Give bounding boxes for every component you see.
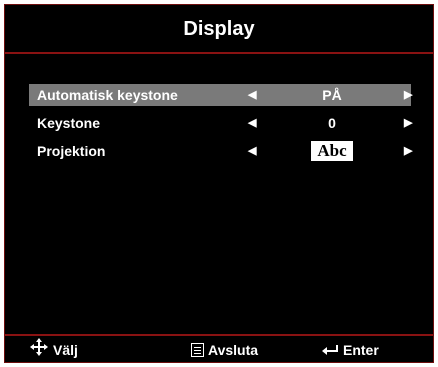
- menu-item-label: Keystone: [37, 115, 101, 131]
- menu-item-automatisk-keystone[interactable]: Automatisk keystone ◀ PÅ ▶: [29, 84, 412, 106]
- arrow-left-icon[interactable]: ◀: [248, 140, 256, 162]
- footer-exit-hint: Avsluta: [191, 337, 258, 363]
- projection-mode-badge: Abc: [311, 141, 353, 161]
- menu-item-projektion[interactable]: Projektion ◀ Abc ▶: [29, 140, 412, 162]
- footer-divider: [5, 334, 433, 336]
- arrow-right-icon[interactable]: ▶: [404, 84, 412, 106]
- footer-enter-label: Enter: [343, 342, 379, 358]
- menu-item-value: 0: [328, 115, 336, 131]
- footer-exit-label: Avsluta: [208, 342, 259, 358]
- footer-select-label: Välj: [53, 342, 78, 358]
- menu-item-label: Automatisk keystone: [37, 87, 178, 103]
- arrow-left-icon[interactable]: ◀: [248, 112, 256, 134]
- menu-icon: [191, 343, 204, 358]
- enter-return-icon: [321, 338, 339, 364]
- arrow-right-icon[interactable]: ▶: [404, 112, 412, 134]
- footer-select-hint: Välj: [29, 337, 78, 363]
- menu-title: Display: [183, 18, 255, 40]
- menu-item-value: PÅ: [322, 87, 342, 103]
- title-divider: [5, 52, 433, 54]
- footer-enter-hint: Enter: [321, 337, 379, 363]
- arrow-left-icon[interactable]: ◀: [248, 84, 256, 106]
- menu-item-keystone[interactable]: Keystone ◀ 0 ▶: [29, 112, 412, 134]
- osd-menu: Display Automatisk keystone ◀ PÅ ▶ Keyst…: [4, 4, 434, 363]
- menu-item-value: Abc: [271, 140, 393, 162]
- menu-item-label: Projektion: [37, 143, 106, 159]
- footer-hints: Välj Avsluta Enter: [5, 337, 433, 363]
- arrow-right-icon[interactable]: ▶: [404, 140, 412, 162]
- dpad-arrows-icon: [29, 337, 49, 365]
